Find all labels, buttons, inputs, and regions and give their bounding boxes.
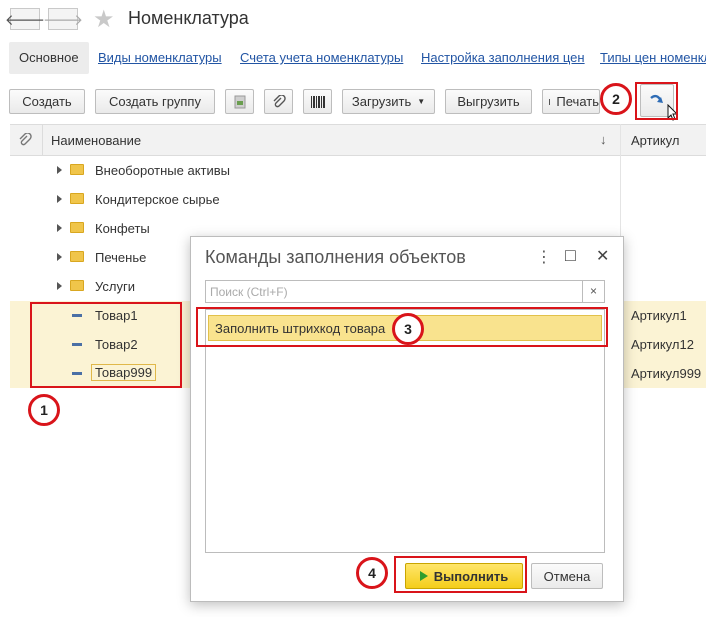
fill-commands-dialog: Команды заполнения объектов ⋮ □ ✕ Поиск … [190, 236, 624, 602]
print-button[interactable]: Печать [542, 89, 600, 114]
cancel-button[interactable]: Отмена [531, 563, 603, 589]
expand-icon[interactable] [57, 195, 62, 203]
create-button[interactable]: Создать [9, 89, 85, 114]
clear-search-button[interactable]: × [583, 280, 605, 303]
expand-icon[interactable] [57, 253, 62, 261]
barcode-button[interactable] [303, 89, 332, 114]
copy-icon-button[interactable] [225, 89, 254, 114]
arrow-left-icon: 🡐 [4, 11, 46, 29]
sort-arrow-icon[interactable]: ↓ [600, 132, 607, 147]
expand-icon[interactable] [57, 166, 62, 174]
load-label: Загрузить [351, 94, 412, 109]
folder-icon [70, 222, 84, 233]
tab-main[interactable]: Основное [9, 42, 89, 74]
annotation-badge-3: 3 [392, 313, 424, 345]
forward-button[interactable]: 🡒 [43, 8, 83, 30]
tab-accounting-accounts[interactable]: Счета учета номенклатуры [240, 42, 403, 74]
annotation-box-4 [394, 556, 527, 593]
tab-price-types[interactable]: Типы цен номенклатуры [600, 42, 706, 74]
column-article-header[interactable]: Артикул [631, 133, 679, 148]
attach-button[interactable] [264, 89, 293, 114]
table-header: Наименование ↓ Артикул [10, 124, 706, 156]
expand-icon[interactable] [57, 224, 62, 232]
annotation-box-1 [30, 302, 182, 388]
expand-icon[interactable] [57, 282, 62, 290]
folder-icon [70, 280, 84, 291]
tab-price-fill-settings[interactable]: Настройка заполнения цен [421, 42, 585, 74]
folder-icon [70, 193, 84, 204]
column-name-header[interactable]: Наименование [51, 133, 141, 148]
folder-icon [70, 164, 84, 175]
more-menu-icon[interactable]: ⋮ [536, 247, 552, 267]
annotation-badge-1: 1 [28, 394, 60, 426]
paperclip-icon [273, 94, 286, 107]
load-dropdown-button[interactable]: Загрузить ▼ [342, 89, 435, 114]
annotation-box-2 [635, 82, 678, 120]
barcode-icon [310, 95, 325, 108]
annotation-badge-4: 4 [356, 557, 388, 589]
paperclip-column-icon [19, 133, 32, 146]
search-input[interactable]: Поиск (Ctrl+F) [205, 280, 583, 303]
create-group-button[interactable]: Создать группу [95, 89, 215, 114]
document-icon [234, 95, 245, 108]
maximize-icon[interactable]: □ [565, 245, 576, 266]
dialog-title: Команды заполнения объектов [205, 247, 466, 267]
back-button[interactable]: 🡐 [5, 8, 45, 30]
table-row[interactable]: Внеоборотные активы [10, 156, 706, 185]
favorite-star-icon[interactable]: ★ [93, 5, 115, 34]
annotation-badge-2: 2 [600, 83, 632, 115]
arrow-right-icon: 🡒 [42, 11, 84, 29]
folder-icon [70, 251, 84, 262]
tab-nomenclature-types[interactable]: Виды номенклатуры [98, 42, 222, 74]
unload-button[interactable]: Выгрузить [445, 89, 532, 114]
print-label: Печать [556, 94, 599, 109]
page-title: Номенклатура [128, 8, 249, 28]
printer-icon [549, 99, 551, 105]
caret-down-icon: ▼ [417, 97, 426, 106]
close-icon[interactable]: ✕ [596, 246, 609, 266]
table-row[interactable]: Кондитерское сырье [10, 185, 706, 214]
